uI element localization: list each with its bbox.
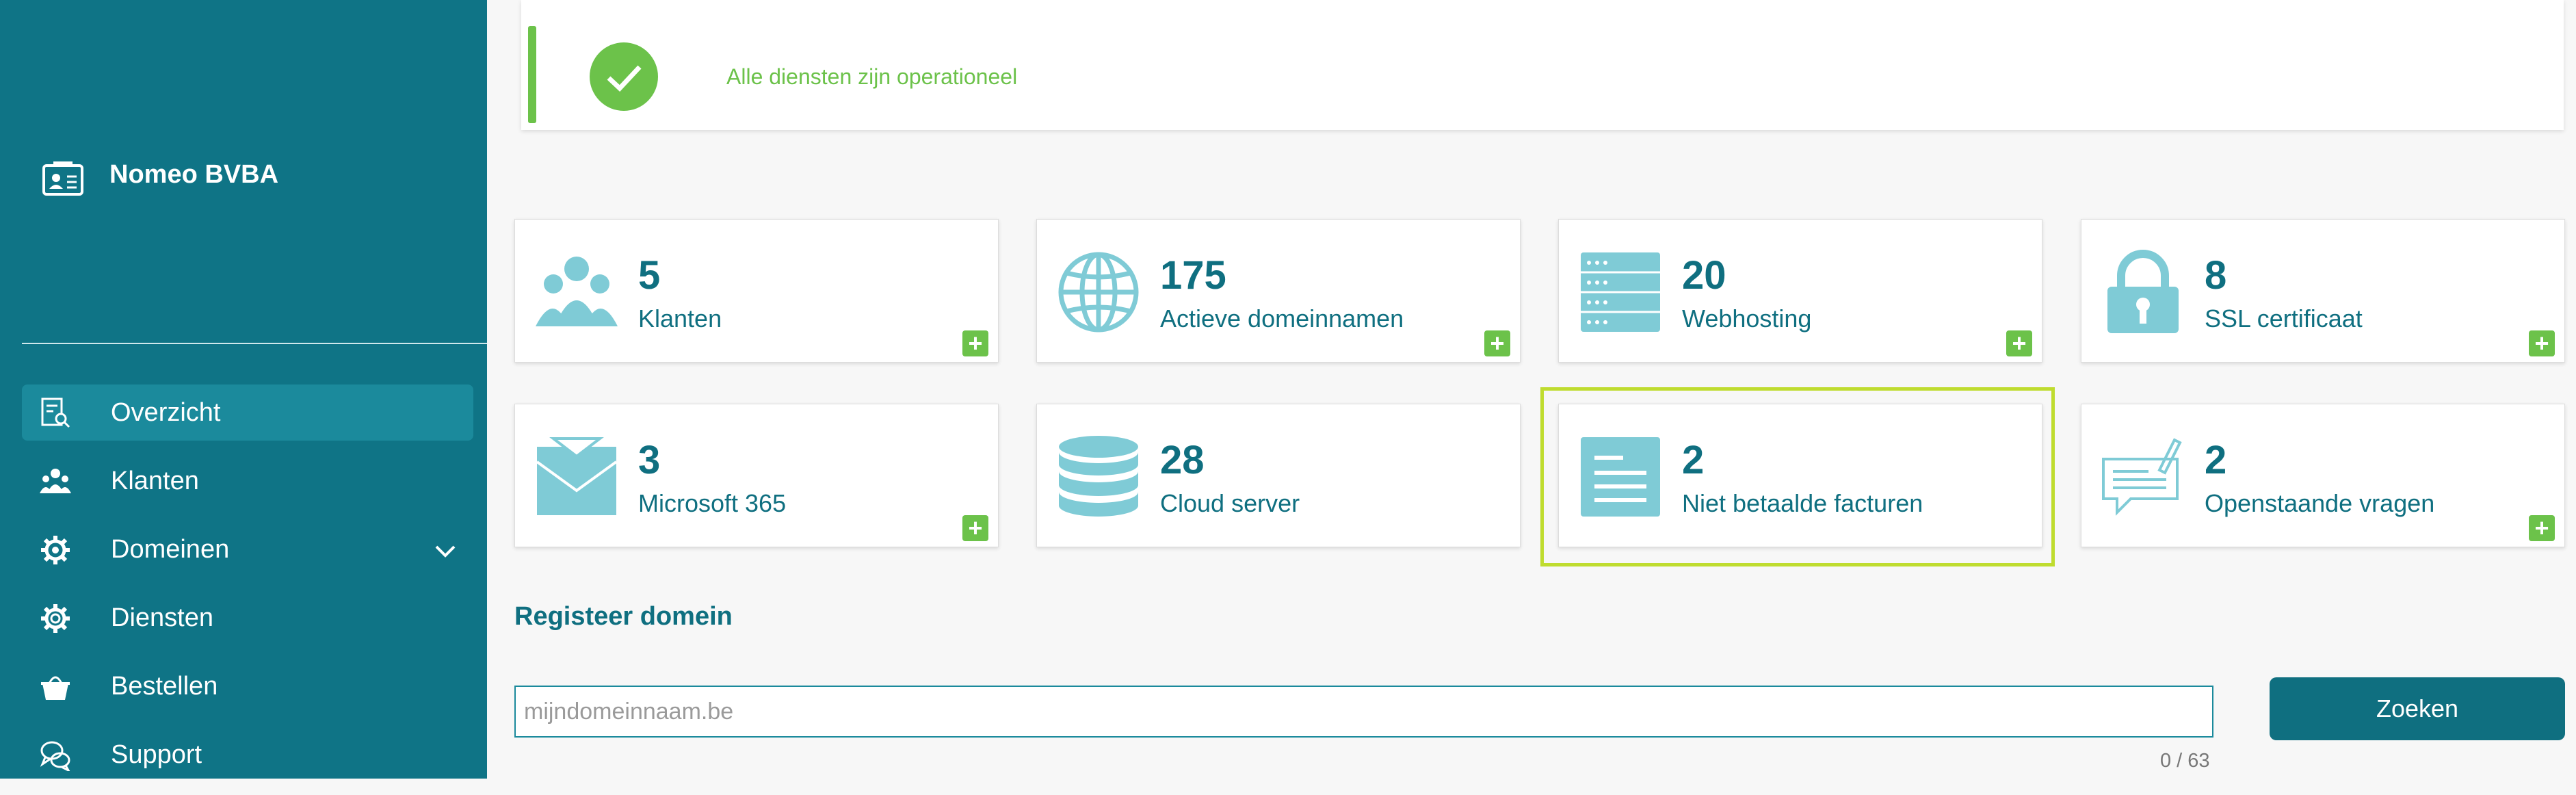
envelope-icon [536, 437, 618, 515]
server-icon [1581, 252, 1660, 332]
stat-card-webhosting[interactable]: 20 Webhosting + [1558, 219, 2042, 363]
database-icon [1059, 436, 1138, 517]
sidebar-nav: Overzicht Klanten Domeinen Diensten Best… [22, 385, 473, 795]
stat-card-cloud-server[interactable]: 28 Cloud server [1036, 404, 1521, 547]
sidebar-item-label: Support [111, 740, 202, 769]
stat-card-ssl[interactable]: 8 SSL certificaat + [2081, 219, 2565, 363]
add-button[interactable]: + [2006, 330, 2032, 356]
add-button[interactable]: + [962, 330, 988, 356]
sidebar-item-support[interactable]: Support [22, 727, 473, 783]
company-name: Nomeo BVBA [109, 160, 279, 189]
card-label: Cloud server [1160, 489, 1300, 517]
card-label: Microsoft 365 [638, 489, 787, 517]
users-icon [40, 469, 71, 493]
register-domain-title: Registeer domein [514, 602, 733, 631]
card-count: 2 [1682, 438, 1705, 482]
gear-icon [41, 536, 70, 564]
invoice-icon [1581, 437, 1660, 517]
question-form-icon [2102, 438, 2182, 516]
check-circle-icon [590, 42, 658, 111]
status-text: Alle diensten zijn operationeel [726, 64, 1018, 89]
card-label: Webhosting [1682, 304, 1812, 333]
stat-card-microsoft-365[interactable]: 3 Microsoft 365 + [514, 404, 999, 547]
sidebar: Nomeo BVBA Overzicht Klanten Domeinen Di… [0, 0, 487, 779]
card-count: 28 [1160, 438, 1205, 482]
basket-icon [41, 676, 70, 700]
main-content: Alle diensten zijn operationeel 5 Klante… [487, 0, 2576, 779]
card-label: SSL certificaat [2205, 304, 2363, 333]
chevron-down-icon[interactable] [434, 539, 457, 562]
people-icon [536, 257, 618, 326]
status-accent-bar [528, 26, 536, 123]
card-label: Klanten [638, 304, 722, 333]
domain-search-input[interactable] [514, 686, 2213, 738]
sidebar-item-bestellen[interactable]: Bestellen [22, 658, 473, 714]
sidebar-item-label: Overzicht [111, 398, 221, 427]
stat-card-klanten[interactable]: 5 Klanten + [514, 219, 999, 363]
card-count: 8 [2205, 253, 2227, 298]
sidebar-item-label: Bestellen [111, 672, 218, 701]
stat-card-niet-betaalde-facturen[interactable]: 2 Niet betaalde facturen [1558, 404, 2042, 547]
card-count: 3 [638, 438, 661, 482]
settings-icon [41, 604, 70, 633]
sidebar-item-diensten[interactable]: Diensten [22, 590, 473, 646]
sidebar-item-label: Klanten [111, 467, 199, 495]
sidebar-item-label: Domeinen [111, 535, 230, 564]
sidebar-item-overzicht[interactable]: Overzicht [22, 385, 473, 441]
sidebar-item-domeinen[interactable]: Domeinen [22, 521, 473, 577]
stat-card-domeinnamen[interactable]: 175 Actieve domeinnamen + [1036, 219, 1521, 363]
add-button[interactable]: + [2529, 515, 2555, 541]
card-label: Niet betaalde facturen [1682, 489, 1923, 517]
card-count: 175 [1160, 253, 1226, 298]
card-count: 5 [638, 253, 661, 298]
sidebar-item-klanten[interactable]: Klanten [22, 453, 473, 509]
card-label: Openstaande vragen [2205, 489, 2435, 517]
lock-icon [2107, 250, 2179, 333]
card-count: 20 [1682, 253, 1726, 298]
company-switcher[interactable]: Nomeo BVBA [41, 157, 278, 201]
sidebar-divider [22, 343, 487, 344]
add-button[interactable]: + [2529, 330, 2555, 356]
search-button[interactable]: Zoeken [2270, 677, 2565, 740]
add-button[interactable]: + [962, 515, 988, 541]
character-counter: 0 / 63 [2160, 750, 2210, 772]
add-button[interactable]: + [1484, 330, 1510, 356]
id-card-icon [42, 161, 83, 196]
stat-card-openstaande-vragen[interactable]: 2 Openstaande vragen + [2081, 404, 2565, 547]
status-banner: Alle diensten zijn operationeel [521, 0, 2564, 130]
chat-icon [40, 741, 70, 771]
card-count: 2 [2205, 438, 2227, 482]
globe-icon [1058, 252, 1139, 333]
sidebar-item-label: Diensten [111, 603, 213, 632]
card-label: Actieve domeinnamen [1160, 304, 1404, 333]
overview-icon [41, 398, 70, 428]
